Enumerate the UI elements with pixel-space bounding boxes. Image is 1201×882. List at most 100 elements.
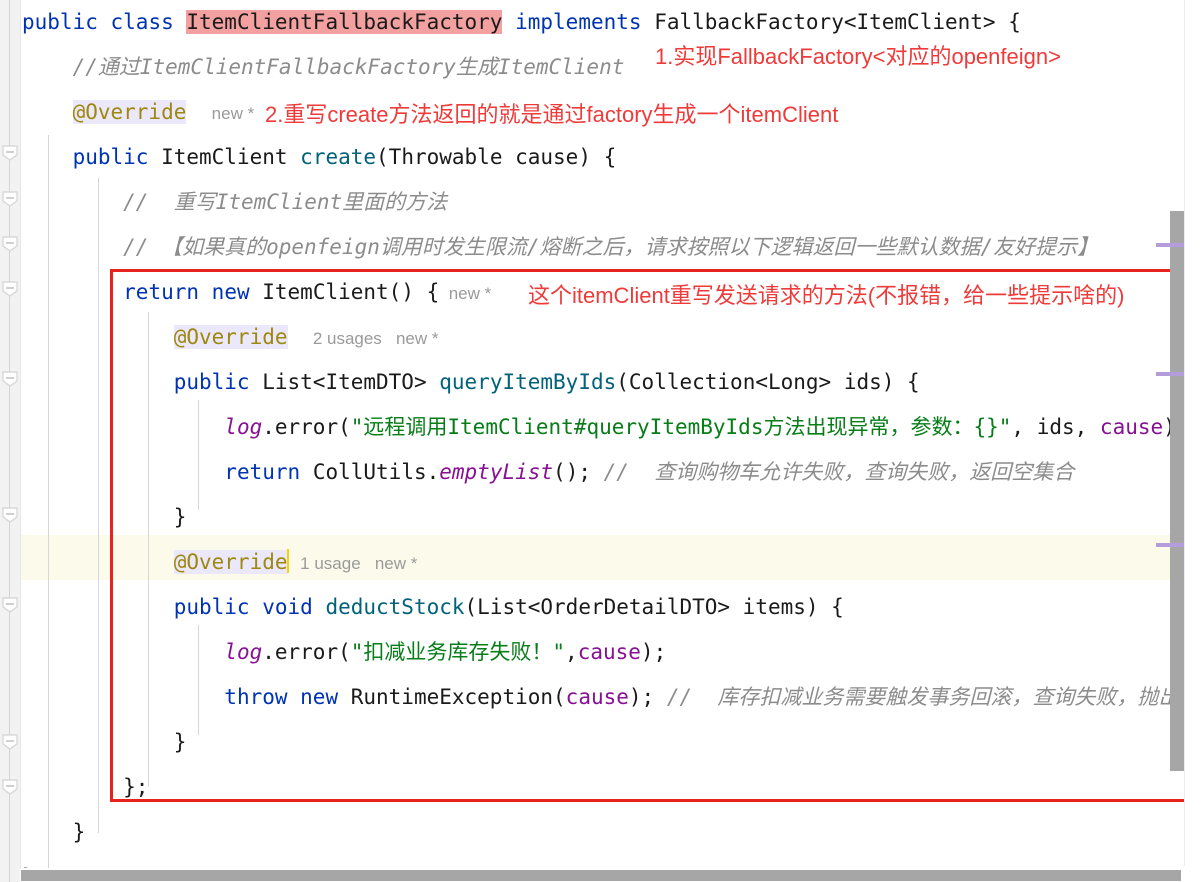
code-line[interactable]: }; xyxy=(22,765,148,810)
code-token: (List<OrderDetailDTO> items) { xyxy=(464,595,844,619)
code-line[interactable]: public ItemClient create(Throwable cause… xyxy=(22,135,617,180)
code-line[interactable]: //通过ItemClientFallbackFactory生成ItemClien… xyxy=(22,45,625,90)
code-token: (); xyxy=(553,460,604,484)
code-token: log xyxy=(224,415,263,439)
code-line[interactable]: @Override new * xyxy=(22,90,254,135)
code-token: (Throwable cause) { xyxy=(376,145,617,169)
annotation-2: 2.重写create方法返回的就是通过factory生成一个itemClient xyxy=(265,102,839,127)
code-token: cause xyxy=(577,640,641,664)
code-token: ItemClient() { xyxy=(262,280,440,304)
code-line[interactable]: @Override 1 usage new * xyxy=(22,540,417,585)
code-token: , xyxy=(565,640,578,664)
code-token: ); xyxy=(628,685,667,709)
code-token: "扣减业务库存失败！" xyxy=(350,640,566,664)
scrollbar-marker xyxy=(1156,372,1184,376)
code-token: //通过ItemClientFallbackFactory生成ItemClien… xyxy=(22,55,625,79)
code-line[interactable]: log.error("扣减业务库存失败！",cause); xyxy=(22,630,666,675)
annotation-3: 这个itemClient重写发送请求的方法(不报错，给一些提示啥的) xyxy=(528,283,1125,308)
code-line[interactable]: log.error("远程调用ItemClient#queryItemByIds… xyxy=(22,405,1176,450)
code-line[interactable]: // 【如果真的openfeign调用时发生限流/熔断之后，请求按照以下逻辑返回… xyxy=(22,225,1098,270)
code-token: List<ItemDTO> xyxy=(262,370,440,394)
code-token: @Override xyxy=(72,100,187,124)
code-token: // 查询购物车允许失败，查询失败，返回空集合 xyxy=(603,460,1075,484)
horizontal-scrollbar-thumb[interactable] xyxy=(21,870,1181,881)
code-editor[interactable]: public class ItemClientFallbackFactory i… xyxy=(0,0,1201,882)
code-token: public xyxy=(22,10,111,34)
scrollbar-marker xyxy=(1156,243,1184,247)
annotation-1: 1.实现FallbackFactory<对应的openfeign> xyxy=(655,44,1061,69)
code-token: ItemClient xyxy=(161,145,301,169)
code-line[interactable]: return CollUtils.emptyList(); // 查询购物车允许… xyxy=(22,450,1074,495)
code-token: return xyxy=(224,460,313,484)
code-token: create xyxy=(300,145,377,169)
code-token: ItemClientFallbackFactory xyxy=(186,10,503,34)
code-token: new * xyxy=(439,284,492,303)
code-token: } xyxy=(22,820,86,844)
code-token: .error( xyxy=(262,640,351,664)
code-line[interactable]: } xyxy=(22,720,187,765)
code-token: // 【如果真的openfeign调用时发生限流/熔断之后，请求按照以下逻辑返回… xyxy=(22,235,1099,259)
code-token: FallbackFactory<ItemClient> { xyxy=(654,10,1021,34)
code-token: @Override xyxy=(173,550,288,574)
code-line[interactable]: throw new RuntimeException(cause); // 库存… xyxy=(22,675,1200,720)
code-token: log xyxy=(224,640,263,664)
code-token: // 重写ItemClient里面的方法 xyxy=(22,190,448,214)
code-line[interactable]: public void deductStock(List<OrderDetail… xyxy=(22,585,844,630)
code-line[interactable]: // 重写ItemClient里面的方法 xyxy=(22,180,447,225)
code-token: queryItemByIds xyxy=(439,370,617,394)
code-token: } xyxy=(22,505,187,529)
code-token: cause xyxy=(1099,415,1164,439)
code-token: // 库存扣减业务需要触发事务回滚，查询失败，抛出异 xyxy=(666,685,1201,709)
code-token: 2 usages new * xyxy=(312,329,439,348)
code-line[interactable]: public List<ItemDTO> queryItemByIds(Coll… xyxy=(22,360,920,405)
code-content[interactable]: public class ItemClientFallbackFactory i… xyxy=(0,0,1201,882)
code-token: ); xyxy=(640,640,667,664)
code-token: .error( xyxy=(262,415,351,439)
code-token: throw xyxy=(224,685,301,709)
code-token: 1 usage new * xyxy=(300,554,418,573)
code-token: @Override xyxy=(173,325,288,349)
code-token: , ids, xyxy=(1011,415,1100,439)
code-token: void xyxy=(262,595,326,619)
code-token: CollUtils. xyxy=(312,460,440,484)
code-line[interactable]: } xyxy=(22,495,187,540)
code-token: public xyxy=(72,145,162,169)
code-token: } xyxy=(22,730,187,754)
code-token: new * xyxy=(211,104,255,123)
vertical-scrollbar-thumb[interactable] xyxy=(1170,211,1184,771)
vertical-scrollbar-track[interactable] xyxy=(1184,0,1201,866)
code-token: public xyxy=(173,370,263,394)
code-token: }; xyxy=(22,775,149,799)
code-token: class xyxy=(110,10,187,34)
scrollbar-marker xyxy=(1156,543,1184,547)
code-token: cause xyxy=(565,685,629,709)
code-token: public xyxy=(173,595,263,619)
code-token: implements xyxy=(515,10,655,34)
code-line[interactable]: } xyxy=(22,810,86,855)
code-line[interactable]: return new ItemClient() { new * xyxy=(22,270,491,315)
code-token: RuntimeException( xyxy=(350,685,566,709)
code-line[interactable]: @Override 2 usages new * xyxy=(22,315,439,360)
code-token: "远程调用ItemClient#queryItemByIds方法出现异常，参数：… xyxy=(350,415,1012,439)
code-token: return xyxy=(123,280,212,304)
code-token: deductStock xyxy=(325,595,465,619)
code-token: new xyxy=(300,685,351,709)
code-token: emptyList xyxy=(439,460,554,484)
code-token: new xyxy=(211,280,263,304)
code-token: (Collection<Long> ids) { xyxy=(616,370,920,394)
